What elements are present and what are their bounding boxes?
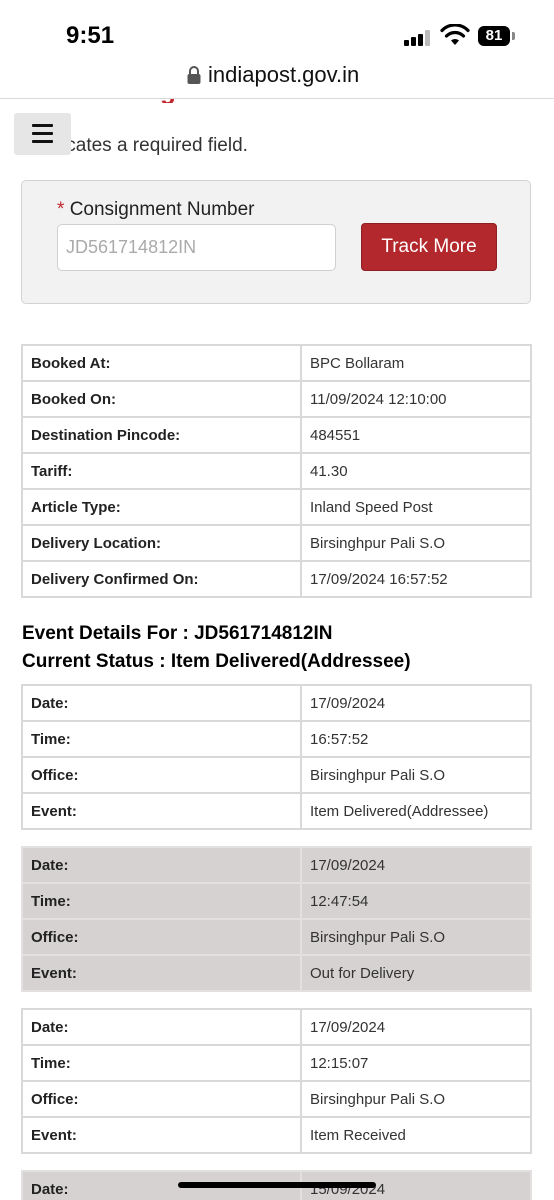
booking-row-label: Booked At: [21, 344, 302, 382]
booking-row-value: Inland Speed Post [300, 488, 532, 526]
current-status: Current Status : Item Delivered(Addresse… [22, 651, 411, 672]
booking-row: Destination Pincode: 484551 [21, 416, 532, 454]
event-time-value: 12:15:07 [300, 1044, 532, 1082]
event-details-heading: Event Details For : JD561714812IN [22, 623, 333, 644]
event-office-label: Office: [21, 756, 302, 794]
wifi-icon [440, 24, 470, 45]
event-table: Date: 17/09/2024 Time: 12:47:54 Office: Birsi… [21, 846, 532, 992]
event-event-label: Event: [21, 792, 302, 830]
home-indicator[interactable] [178, 1182, 376, 1188]
booking-details-table: Booked At: BPC Bollaram Booked On: 11/09/20… [21, 344, 532, 598]
booking-row-value: BPC Bollaram [300, 344, 532, 382]
event-row-time: Time: 16:57:52 [21, 720, 532, 758]
event-time-label: Time: [21, 720, 302, 758]
event-table: Date: 17/09/2024 Time: 12:15:07 Office: Birsi… [21, 1008, 532, 1154]
event-time-label: Time: [21, 1044, 302, 1082]
page-content: g * indicates a required field. * Consig… [0, 99, 554, 1200]
cellular-signal-icon [404, 30, 434, 46]
battery-tip [512, 32, 515, 40]
event-row-event: Event: Item Received [21, 1116, 532, 1154]
event-row-date: Date: 17/09/2024 [21, 846, 532, 884]
event-office-value: Birsinghpur Pali S.O [300, 918, 532, 956]
consignment-number-input[interactable] [57, 224, 336, 271]
event-date-value: 17/09/2024 [300, 1008, 532, 1046]
event-date-label: Date: [21, 1008, 302, 1046]
booking-row-label: Delivery Location: [21, 524, 302, 562]
track-more-button[interactable]: Track More [361, 223, 497, 271]
event-event-value: Item Delivered(Addressee) [300, 792, 532, 830]
event-event-label: Event: [21, 954, 302, 992]
event-row-office: Office: Birsinghpur Pali S.O [21, 1080, 532, 1118]
event-row-event: Event: Out for Delivery [21, 954, 532, 992]
event-time-label: Time: [21, 882, 302, 920]
booking-row-value: 17/09/2024 16:57:52 [300, 560, 532, 598]
booking-row: Booked At: BPC Bollaram [21, 344, 532, 382]
event-office-value: Birsinghpur Pali S.O [300, 756, 532, 794]
url-text[interactable]: indiapost.gov.in [208, 62, 359, 88]
page-title-fragment: g [160, 99, 190, 103]
event-event-value: Item Received [300, 1116, 532, 1154]
hamburger-menu-button[interactable] [14, 113, 71, 155]
booking-row-label: Booked On: [21, 380, 302, 418]
event-date-value: 17/09/2024 [300, 846, 532, 884]
event-time-value: 16:57:52 [300, 720, 532, 758]
booking-row: Tariff: 41.30 [21, 452, 532, 490]
booking-row-label: Destination Pincode: [21, 416, 302, 454]
booking-row-label: Article Type: [21, 488, 302, 526]
booking-row-value: Birsinghpur Pali S.O [300, 524, 532, 562]
event-time-value: 12:47:54 [300, 882, 532, 920]
menu-icon [32, 124, 53, 127]
event-event-label: Event: [21, 1116, 302, 1154]
event-office-label: Office: [21, 1080, 302, 1118]
event-office-value: Birsinghpur Pali S.O [300, 1080, 532, 1118]
menu-icon-bar [32, 132, 53, 135]
consignment-number-label: * Consignment Number [57, 199, 255, 221]
event-row-time: Time: 12:47:54 [21, 882, 532, 920]
booking-row-value: 41.30 [300, 452, 532, 490]
event-office-label: Office: [21, 918, 302, 956]
clock: 9:51 [66, 22, 115, 49]
booking-row-label: Tariff: [21, 452, 302, 490]
status-bar: 9:51 81 [0, 0, 554, 62]
browser-url-bar[interactable]: indiapost.gov.in [0, 58, 554, 99]
consignment-label-text: Consignment Number [69, 199, 255, 220]
booking-row: Booked On: 11/09/2024 12:10:00 [21, 380, 532, 418]
event-row-event: Event: Item Delivered(Addressee) [21, 792, 532, 830]
required-asterisk: * [57, 199, 65, 220]
event-row-office: Office: Birsinghpur Pali S.O [21, 918, 532, 956]
event-date-label: Date: [21, 684, 302, 722]
battery-icon: 81 [478, 26, 510, 46]
consignment-search-panel: * Consignment Number Track More [21, 180, 531, 304]
event-row-office: Office: Birsinghpur Pali S.O [21, 756, 532, 794]
booking-row: Delivery Confirmed On: 17/09/2024 16:57:5… [21, 560, 532, 598]
event-row-time: Time: 12:15:07 [21, 1044, 532, 1082]
booking-row-value: 484551 [300, 416, 532, 454]
menu-icon-bar [32, 140, 53, 143]
event-row-date: Date: 17/09/2024 [21, 684, 532, 722]
booking-row-value: 11/09/2024 12:10:00 [300, 380, 532, 418]
event-date-label: Date: [21, 846, 302, 884]
event-event-value: Out for Delivery [300, 954, 532, 992]
event-date-value: 17/09/2024 [300, 684, 532, 722]
event-table: Date: 17/09/2024 Time: 16:57:52 Office: Birsi… [21, 684, 532, 830]
booking-row: Delivery Location: Birsinghpur Pali S.O [21, 524, 532, 562]
event-row-date: Date: 17/09/2024 [21, 1008, 532, 1046]
lock-icon [187, 66, 201, 84]
booking-row-label: Delivery Confirmed On: [21, 560, 302, 598]
booking-row: Article Type: Inland Speed Post [21, 488, 532, 526]
